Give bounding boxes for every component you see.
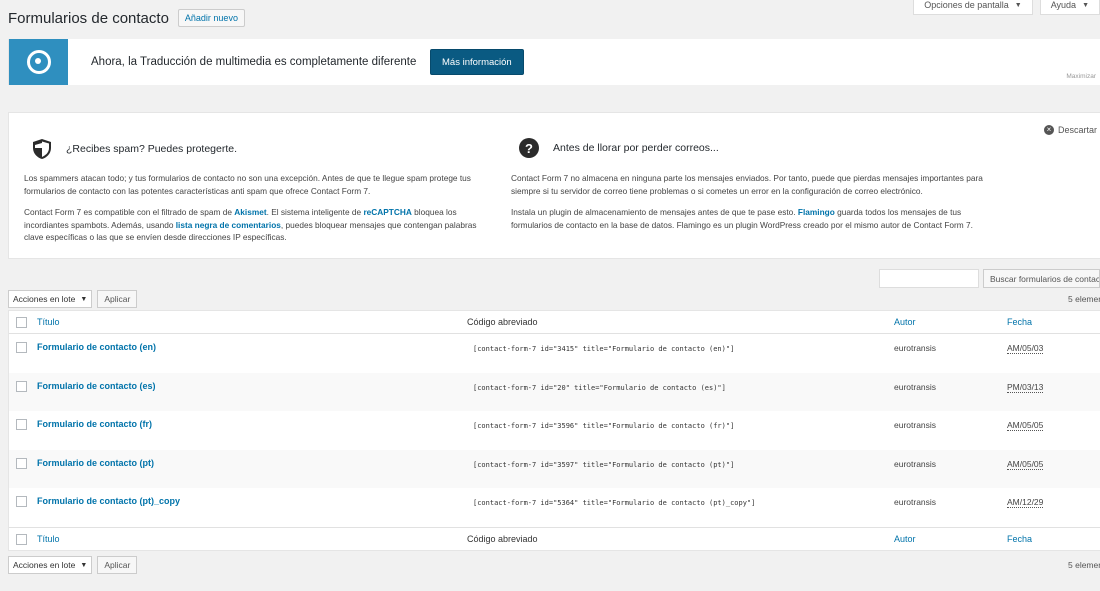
author: eurotransis bbox=[894, 420, 937, 430]
column-date-header[interactable]: Fecha bbox=[1007, 317, 1032, 327]
shortcode: [contact-form-7 id="3596" title="Formula… bbox=[473, 422, 735, 430]
column-code-footer: Código abreviado bbox=[467, 533, 538, 544]
help-label: Ayuda bbox=[1050, 0, 1077, 10]
search-box: Buscar formularios de contacto bbox=[879, 269, 1100, 288]
table-row: Formulario de contacto (pt) [contact-for… bbox=[9, 449, 1100, 488]
promo-text: Ahora, la Traducción de multimedia es co… bbox=[91, 56, 417, 68]
author: eurotransis bbox=[894, 381, 937, 392]
row-checkbox[interactable] bbox=[16, 457, 27, 469]
dismiss-label: Descartar bbox=[1057, 125, 1097, 135]
date: AM/05/05 bbox=[1007, 420, 1044, 431]
promo-banner: Ahora, la Traducción de multimedia es co… bbox=[8, 39, 1100, 85]
plugin-logo bbox=[9, 39, 68, 85]
author: eurotransis bbox=[894, 497, 937, 507]
column-date-footer[interactable]: Fecha bbox=[1007, 534, 1032, 544]
row-checkbox[interactable] bbox=[16, 342, 27, 353]
spam-heading: ¿Recibes spam? Puedes protegerte. bbox=[66, 143, 238, 155]
date: AM/05/05 bbox=[1007, 458, 1044, 470]
forms-table: Título Código abreviado Autor Fecha Form… bbox=[8, 310, 1100, 551]
column-code-header: Código abreviado bbox=[467, 317, 538, 327]
more-info-button[interactable]: Más información bbox=[430, 49, 524, 75]
page-header: Formularios de contacto Añadir nuevo bbox=[8, 9, 245, 27]
apply-button[interactable]: Aplicar bbox=[97, 290, 138, 308]
table-row: Formulario de contacto (pt)_copy [contac… bbox=[9, 488, 1100, 527]
help-button[interactable]: Ayuda ▼ bbox=[1039, 0, 1100, 15]
table-row: Formulario de contacto (es) [contact-for… bbox=[9, 372, 1100, 411]
question-icon: ? bbox=[519, 138, 539, 158]
maximize-link[interactable]: Maximizar bbox=[1066, 73, 1096, 80]
spam-paragraph-1: Los spammers atacan todo; y tus formular… bbox=[24, 173, 471, 196]
row-checkbox[interactable] bbox=[16, 496, 27, 507]
table-row: Formulario de contacto (en) [contact-for… bbox=[9, 334, 1100, 373]
bulk-actions-value: Acciones en lote bbox=[13, 294, 76, 304]
column-author-header[interactable]: Autor bbox=[894, 317, 916, 327]
caret-down-icon: ▼ bbox=[1014, 1, 1022, 9]
add-new-button[interactable]: Añadir nuevo bbox=[177, 9, 245, 27]
table-footer-row: Título Código abreviado Autor Fecha bbox=[9, 526, 1100, 550]
flamingo-link[interactable]: Flamingo bbox=[798, 207, 835, 217]
search-input[interactable] bbox=[879, 269, 979, 288]
recaptcha-link[interactable]: reCAPTCHA bbox=[363, 207, 411, 217]
search-button[interactable]: Buscar formularios de contacto bbox=[983, 269, 1100, 288]
column-title-footer[interactable]: Título bbox=[37, 534, 60, 544]
column-title-header[interactable]: Título bbox=[37, 317, 60, 327]
screen-options-label: Opciones de pantalla bbox=[924, 0, 1009, 10]
items-count: 5 elementos bbox=[1068, 560, 1100, 570]
tablenav-bottom: Acciones en lote ▼ Aplicar 5 elementos bbox=[8, 556, 1100, 574]
shortcode: [contact-form-7 id="3597" title="Formula… bbox=[473, 460, 735, 469]
logo-icon bbox=[26, 50, 51, 74]
table-row: Formulario de contacto (fr) [contact-for… bbox=[9, 411, 1100, 450]
spam-paragraph-2: Contact Form 7 es compatible con el filt… bbox=[24, 206, 494, 244]
column-author-footer[interactable]: Autor bbox=[894, 534, 916, 544]
shield-icon bbox=[33, 139, 51, 159]
page-title: Formularios de contacto bbox=[8, 9, 169, 27]
blacklist-link[interactable]: lista negra de comentarios bbox=[176, 220, 281, 230]
form-title-link[interactable]: Formulario de contacto (pt)_copy bbox=[37, 496, 180, 506]
spam-p2-text-a: Contact Form 7 es compatible con el filt… bbox=[24, 207, 235, 217]
date: AM/05/03 bbox=[1007, 343, 1044, 354]
bulk-actions-select[interactable]: Acciones en lote ▼ bbox=[8, 290, 93, 308]
shortcode: [contact-form-7 id="3415" title="Formula… bbox=[473, 345, 735, 353]
close-icon: × bbox=[1043, 125, 1054, 135]
author: eurotransis bbox=[894, 343, 937, 353]
bulk-actions-value: Acciones en lote bbox=[13, 560, 76, 570]
spam-p2-text-b: . El sistema inteligente de bbox=[266, 207, 364, 217]
caret-down-icon: ▼ bbox=[80, 295, 88, 303]
form-title-link[interactable]: Formulario de contacto (en) bbox=[37, 342, 156, 352]
flamingo-heading-row: ? Antes de llorar por perder correos... bbox=[519, 138, 719, 158]
welcome-panel: × Descartar ¿Recibes spam? Puedes proteg… bbox=[8, 112, 1100, 259]
screen-options-button[interactable]: Opciones de pantalla ▼ bbox=[913, 0, 1033, 15]
spam-heading-row: ¿Recibes spam? Puedes protegerte. bbox=[32, 138, 237, 160]
flamingo-heading: Antes de llorar por perder correos... bbox=[553, 142, 719, 154]
date: PM/03/13 bbox=[1007, 381, 1044, 393]
table-header-row: Título Código abreviado Autor Fecha bbox=[9, 311, 1100, 334]
dismiss-button[interactable]: × Descartar bbox=[1043, 125, 1097, 135]
apply-button[interactable]: Aplicar bbox=[97, 556, 138, 574]
tablenav-top: Acciones en lote ▼ Aplicar 5 elementos bbox=[8, 290, 1100, 308]
shortcode: [contact-form-7 id="20" title="Formulari… bbox=[473, 383, 726, 392]
items-count: 5 elementos bbox=[1068, 294, 1100, 304]
form-title-link[interactable]: Formulario de contacto (fr) bbox=[37, 419, 152, 429]
author: eurotransis bbox=[894, 458, 937, 469]
date: AM/12/29 bbox=[1007, 497, 1044, 508]
form-title-link[interactable]: Formulario de contacto (es) bbox=[37, 381, 156, 391]
shortcode: [contact-form-7 id="5364" title="Formula… bbox=[473, 499, 756, 507]
screen-meta-links: Opciones de pantalla ▼ Ayuda ▼ bbox=[913, 0, 1100, 15]
flamingo-paragraph-2: Instala un plugin de almacenamiento de m… bbox=[511, 206, 991, 231]
row-checkbox[interactable] bbox=[16, 380, 27, 392]
form-title-link[interactable]: Formulario de contacto (pt) bbox=[37, 458, 154, 468]
flamingo-p2-text-a: Instala un plugin de almacenamiento de m… bbox=[511, 207, 798, 217]
select-all-checkbox[interactable] bbox=[16, 317, 27, 328]
select-all-checkbox[interactable] bbox=[16, 533, 27, 545]
caret-down-icon: ▼ bbox=[1082, 1, 1089, 9]
flamingo-paragraph-1: Contact Form 7 no almacena en ninguna pa… bbox=[511, 173, 983, 196]
row-checkbox[interactable] bbox=[16, 419, 27, 430]
bulk-actions-select[interactable]: Acciones en lote ▼ bbox=[8, 556, 93, 574]
akismet-link[interactable]: Akismet bbox=[234, 207, 266, 217]
caret-down-icon: ▼ bbox=[80, 561, 88, 569]
